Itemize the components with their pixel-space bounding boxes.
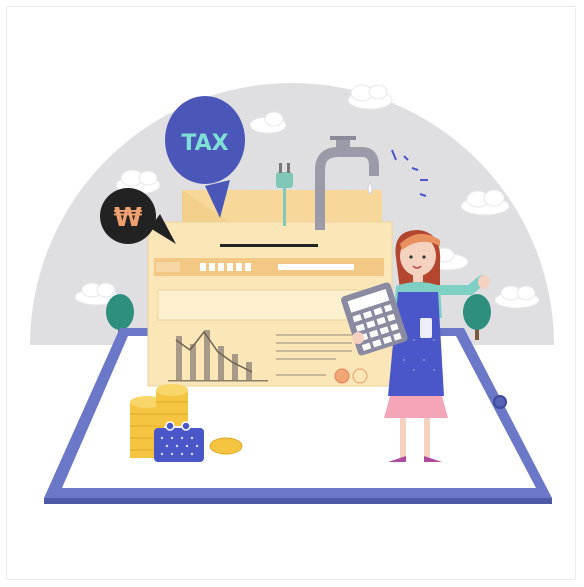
tax-document <box>147 190 393 387</box>
document-stamp <box>334 368 350 384</box>
tablet-home-button <box>493 395 507 409</box>
cloud-icon <box>347 84 393 110</box>
illustration-canvas: TAX ₩ <box>0 0 584 587</box>
purse-icon <box>154 421 204 462</box>
currency-symbol: ₩ <box>114 203 143 233</box>
coin-icon <box>209 437 243 455</box>
tax-illustration: TAX ₩ <box>30 83 554 504</box>
tax-label: TAX <box>181 131 228 156</box>
coin-stack-icon <box>156 384 188 426</box>
